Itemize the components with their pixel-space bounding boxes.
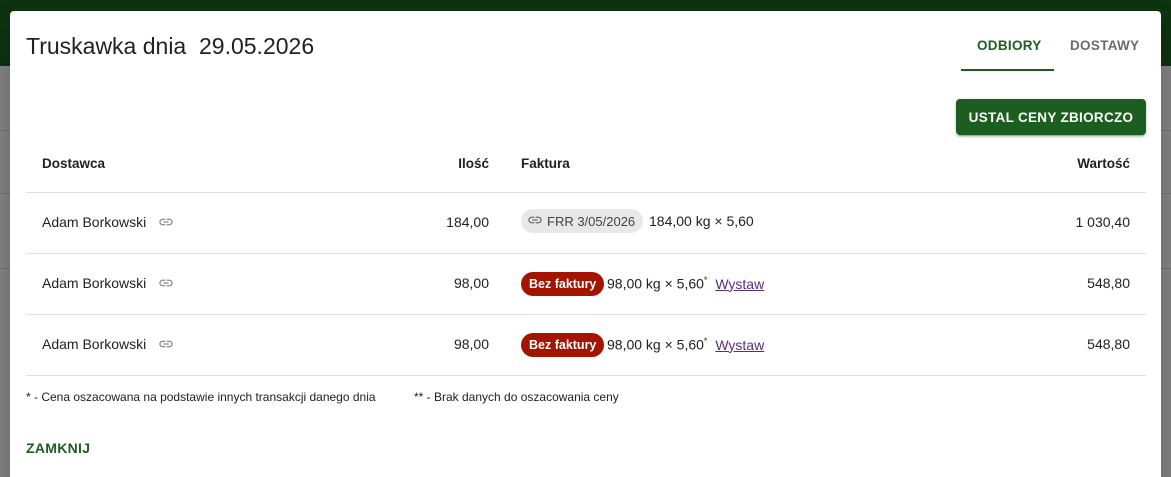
tab-odbiory[interactable]: ODBIORY — [977, 38, 1042, 53]
column-header-supplier: Dostawca — [42, 156, 106, 171]
no-invoice-badge: Bez faktury — [521, 333, 605, 357]
supplier-cell: Adam Borkowski — [42, 336, 174, 355]
estimate-mark: * — [703, 336, 708, 346]
no-invoice-badge: Bez faktury — [521, 272, 605, 296]
close-button[interactable]: ZAMKNIJ — [26, 440, 90, 456]
dialog-title: Truskawka dnia 29.05.2026 — [26, 33, 315, 59]
invoice-chip[interactable]: FRR 3/05/2026 — [521, 209, 644, 233]
row-divider — [26, 314, 1146, 315]
tab-dostawy[interactable]: DOSTAWY — [1070, 38, 1139, 53]
dialog: Truskawka dnia 29.05.2026 ODBIORY DOSTAW… — [10, 11, 1161, 477]
bulk-price-button[interactable]: USTAL CENY ZBIORCZO — [956, 99, 1146, 135]
supplier-name: Adam Borkowski — [42, 214, 147, 231]
link-icon[interactable] — [158, 214, 174, 233]
invoice-detail-group: 98,00 kg × 5,60* Wystaw — [607, 275, 764, 292]
invoice-detail-group: 98,00 kg × 5,60* Wystaw — [607, 336, 764, 353]
invoice-detail: 98,00 kg × 5,60 — [607, 336, 704, 353]
active-tab-indicator — [961, 69, 1054, 71]
row-divider — [26, 253, 1146, 254]
row-divider — [26, 192, 1146, 193]
supplier-name: Adam Borkowski — [42, 275, 147, 292]
footnote-estimated: * - Cena oszacowana na podstawie innych … — [26, 390, 376, 404]
link-icon — [527, 212, 543, 231]
supplier-cell: Adam Borkowski — [42, 214, 174, 233]
invoice-detail: 98,00 kg × 5,60 — [607, 275, 704, 292]
issue-invoice-link[interactable]: Wystaw — [715, 276, 764, 292]
column-header-value: Wartość — [1077, 156, 1130, 171]
quantity-cell: 98,00 — [453, 336, 489, 352]
quantity-cell: 184,00 — [446, 214, 489, 230]
issue-invoice-link[interactable]: Wystaw — [715, 337, 764, 353]
link-icon[interactable] — [158, 336, 174, 355]
supplier-cell: Adam Borkowski — [42, 275, 174, 294]
quantity-cell: 98,00 — [453, 275, 489, 291]
column-header-quantity: Ilość — [458, 156, 489, 171]
estimate-mark: * — [703, 275, 708, 285]
link-icon[interactable] — [158, 275, 174, 294]
value-cell: 548,80 — [1087, 336, 1130, 352]
footnote-no-data: ** - Brak danych do oszacowania ceny — [414, 390, 619, 404]
supplier-name: Adam Borkowski — [42, 336, 147, 353]
row-divider — [26, 375, 1146, 376]
invoice-number: FRR 3/05/2026 — [547, 213, 636, 229]
column-header-invoice: Faktura — [521, 156, 570, 171]
value-cell: 1 030,40 — [1075, 214, 1131, 230]
invoice-detail: 184,00 kg × 5,60 — [649, 213, 754, 229]
value-cell: 548,80 — [1087, 275, 1130, 291]
